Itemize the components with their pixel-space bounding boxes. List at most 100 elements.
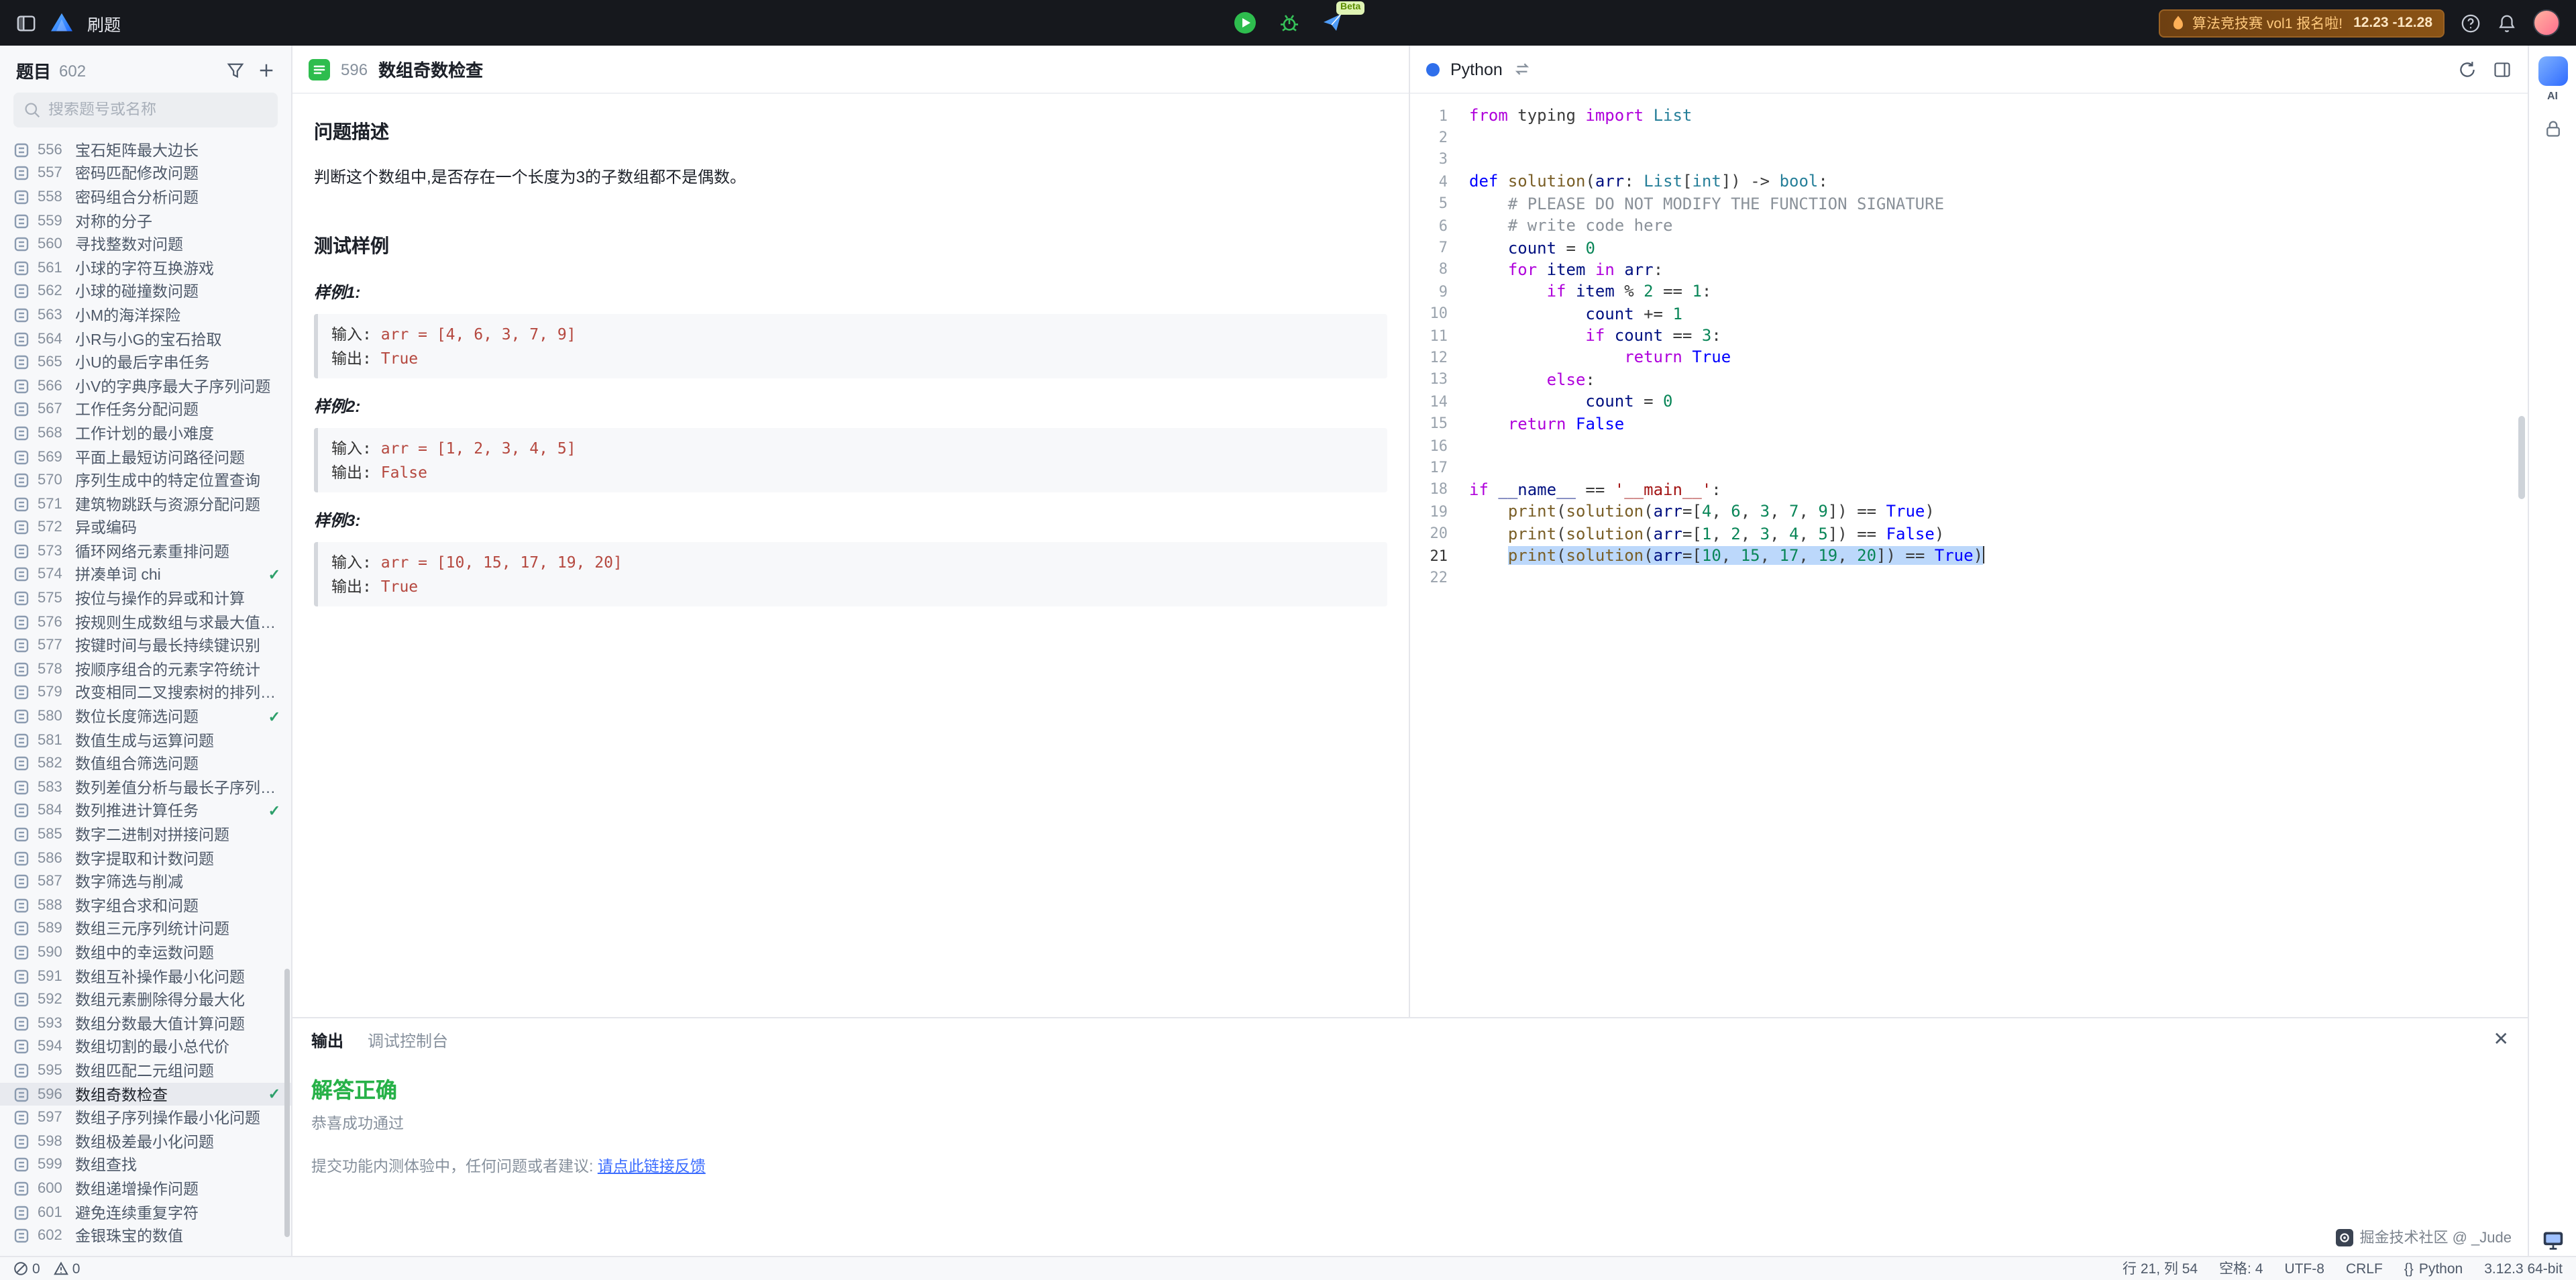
problem-list-item[interactable]: 590数组中的幸运数问题 [0, 941, 291, 964]
sidebar-scrollbar[interactable] [284, 969, 290, 1237]
problem-list-item[interactable]: 583数列差值分析与最长子序列问题 [0, 776, 291, 799]
code-line[interactable]: 18if __name__ == '__main__': [1410, 478, 2528, 500]
lock-icon[interactable] [2543, 119, 2562, 138]
problem-list-item[interactable]: 602金银珠宝的数值 [0, 1224, 291, 1248]
problem-list-item[interactable]: 587数字筛选与削减 [0, 870, 291, 894]
code-line[interactable]: 17 [1410, 457, 2528, 479]
problem-list-item[interactable]: 595数组匹配二元组问题 [0, 1059, 291, 1082]
filter-icon[interactable] [227, 62, 244, 79]
problem-list-item[interactable]: 568工作计划的最小难度 [0, 421, 291, 445]
warnings-indicator[interactable]: 0 [54, 1261, 80, 1277]
problem-list-item[interactable]: 566小V的字典序最大子序列问题 [0, 374, 291, 398]
problem-list-item[interactable]: 577按键时间与最长持续键识别 [0, 634, 291, 657]
problem-list-item[interactable]: 560寻找整数对问题 [0, 233, 291, 256]
code-line[interactable]: 10 count += 1 [1410, 303, 2528, 325]
code-line[interactable]: 6 # write code here [1410, 215, 2528, 237]
run-button[interactable] [1233, 11, 1257, 35]
problem-list-item[interactable]: 572异或编码 [0, 516, 291, 539]
problem-list-item[interactable]: 588数字组合求和问题 [0, 894, 291, 917]
problem-list-item[interactable]: 559对称的分子 [0, 209, 291, 233]
code-line[interactable]: 12 return True [1410, 347, 2528, 369]
problem-list-item[interactable]: 593数组分数最大值计算问题 [0, 1012, 291, 1035]
code-line[interactable]: 22 [1410, 566, 2528, 588]
search-input[interactable] [48, 102, 267, 118]
problem-list-item[interactable]: 573循环网络元素重排问题 [0, 539, 291, 563]
problem-list-item[interactable]: 596数组奇数检查✓ [0, 1083, 291, 1106]
sidebar-toggle-icon[interactable] [16, 13, 36, 33]
code-editor[interactable]: 1from typing import List234def solution(… [1410, 94, 2528, 1017]
problem-list-item[interactable]: 592数组元素删除得分最大化 [0, 988, 291, 1012]
problem-list-item[interactable]: 601避免连续重复字符 [0, 1200, 291, 1224]
code-line[interactable]: 7 count = 0 [1410, 237, 2528, 259]
cursor-position[interactable]: 行 21, 列 54 [2123, 1259, 2198, 1279]
problem-list-item[interactable]: 565小U的最后字串任务 [0, 351, 291, 374]
problem-list-item[interactable]: 597数组子序列操作最小化问题 [0, 1106, 291, 1130]
code-line[interactable]: 19 print(solution(arr=[4, 6, 3, 7, 9]) =… [1410, 500, 2528, 523]
feedback-link[interactable]: 请点此链接反馈 [598, 1159, 706, 1175]
errors-indicator[interactable]: 0 [13, 1261, 40, 1277]
debug-bug-icon[interactable] [1279, 12, 1300, 34]
problem-list-item[interactable]: 591数组互补操作最小化问题 [0, 965, 291, 988]
problem-list-item[interactable]: 575按位与操作的异或和计算 [0, 587, 291, 610]
language-mode[interactable]: {}Python [2404, 1261, 2463, 1277]
code-line[interactable]: 5 # PLEASE DO NOT MODIFY THE FUNCTION SI… [1410, 193, 2528, 215]
code-line[interactable]: 21 print(solution(arr=[10, 15, 17, 19, 2… [1410, 545, 2528, 567]
code-line[interactable]: 14 count = 0 [1410, 390, 2528, 413]
encoding-setting[interactable]: UTF-8 [2284, 1261, 2324, 1277]
problem-list-item[interactable]: 600数组递增操作问题 [0, 1177, 291, 1200]
code-line[interactable]: 20 print(solution(arr=[1, 2, 3, 4, 5]) =… [1410, 523, 2528, 545]
code-line[interactable]: 2 [1410, 127, 2528, 149]
help-icon[interactable] [2461, 13, 2481, 33]
problem-list-item[interactable]: 594数组切割的最小总代价 [0, 1035, 291, 1059]
language-switch-icon[interactable] [1513, 60, 1531, 78]
problem-list-item[interactable]: 578按顺序组合的元素字符统计 [0, 657, 291, 681]
code-line[interactable]: 4def solution(arr: List[int]) -> bool: [1410, 170, 2528, 193]
problem-list-item[interactable]: 563小M的海洋探险 [0, 303, 291, 327]
problem-list-item[interactable]: 585数字二进制对拼接问题 [0, 822, 291, 846]
problem-list-item[interactable]: 589数组三元序列统计问题 [0, 917, 291, 941]
code-line[interactable]: 15 return False [1410, 413, 2528, 435]
problem-list-item[interactable]: 574拼凑单词 chi✓ [0, 563, 291, 586]
bell-icon[interactable] [2497, 13, 2517, 33]
problem-list-item[interactable]: 582数值组合筛选问题 [0, 752, 291, 776]
problem-list-item[interactable]: 579改变相同二叉搜索树的排列方案数 [0, 681, 291, 704]
indent-setting[interactable]: 空格: 4 [2219, 1259, 2263, 1279]
editor-scrollbar[interactable] [2518, 416, 2525, 499]
code-line[interactable]: 13 else: [1410, 368, 2528, 390]
contest-banner[interactable]: 算法竞技赛 vol1 报名啦! 12.23 -12.28 [2159, 9, 2445, 37]
add-icon[interactable] [258, 62, 275, 79]
code-line[interactable]: 9 if item % 2 == 1: [1410, 280, 2528, 303]
problem-list-item[interactable]: 584数列推进计算任务✓ [0, 799, 291, 822]
problem-list-item[interactable]: 556宝石矩阵最大边长 [0, 138, 291, 162]
problem-list-item[interactable]: 569平面上最短访问路径问题 [0, 445, 291, 468]
split-editor-icon[interactable] [2493, 60, 2512, 78]
code-line[interactable]: 8 for item in arr: [1410, 258, 2528, 280]
reset-code-icon[interactable] [2458, 60, 2477, 78]
problem-list-item[interactable]: 599数组查找 [0, 1153, 291, 1177]
output-tab[interactable]: 输出 [311, 1028, 343, 1051]
code-line[interactable]: 11 if count == 3: [1410, 325, 2528, 347]
submit-button[interactable]: Beta [1322, 12, 1343, 34]
problem-list-item[interactable]: 598数组极差最小化问题 [0, 1130, 291, 1153]
problem-list-item[interactable]: 580数位长度筛选问题✓ [0, 705, 291, 729]
problem-list-item[interactable]: 558密码组合分析问题 [0, 185, 291, 209]
runtime-version[interactable]: 3.12.3 64-bit [2484, 1261, 2563, 1277]
user-avatar[interactable] [2533, 9, 2560, 36]
problem-list-item[interactable]: 557密码匹配修改问题 [0, 162, 291, 185]
problem-list-item[interactable]: 562小球的碰撞数问题 [0, 280, 291, 303]
problem-list-item[interactable]: 564小R与小G的宝石拾取 [0, 327, 291, 351]
close-icon[interactable]: ✕ [2493, 1029, 2509, 1048]
problem-list-item[interactable]: 581数值生成与运算问题 [0, 729, 291, 752]
output-tab[interactable]: 调试控制台 [368, 1028, 448, 1051]
ai-assistant-button[interactable] [2538, 56, 2567, 86]
screen-share-icon[interactable] [2542, 1230, 2563, 1250]
problem-list-item[interactable]: 586数字提取和计数问题 [0, 847, 291, 870]
problem-list-item[interactable]: 567工作任务分配问题 [0, 398, 291, 421]
code-line[interactable]: 3 [1410, 149, 2528, 171]
eol-setting[interactable]: CRLF [2346, 1261, 2383, 1277]
code-line[interactable]: 16 [1410, 435, 2528, 457]
code-line[interactable]: 1from typing import List [1410, 105, 2528, 127]
problem-list-item[interactable]: 561小球的字符互换游戏 [0, 256, 291, 280]
problem-list-item[interactable]: 571建筑物跳跃与资源分配问题 [0, 492, 291, 516]
problem-list-item[interactable]: 576按规则生成数组与求最大值问题 [0, 610, 291, 634]
